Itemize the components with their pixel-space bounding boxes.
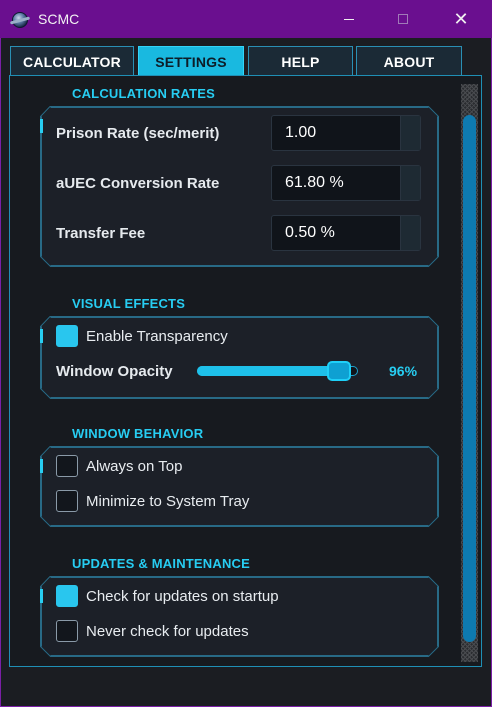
transfer-fee-label: Transfer Fee: [56, 225, 146, 242]
title-bar[interactable]: SCMC ✕: [0, 0, 492, 38]
prison-rate-label: Prison Rate (sec/merit): [56, 125, 220, 142]
auec-rate-value: 61.80 %: [285, 174, 344, 191]
scrollbar-thumb[interactable]: [463, 115, 476, 642]
minimize-to-tray-label: Minimize to System Tray: [86, 493, 250, 510]
section-title-visual-effects: VISUAL EFFECTS: [72, 296, 186, 311]
section-title-window-behavior: WINDOW BEHAVIOR: [72, 426, 204, 441]
opacity-value: 96%: [389, 363, 418, 379]
transfer-fee-input[interactable]: 0.50 %: [271, 215, 421, 251]
auec-rate-label: aUEC Conversion Rate: [56, 175, 220, 192]
section-accent: [40, 459, 43, 473]
tab-calculator[interactable]: CALCULATOR: [10, 46, 134, 76]
transfer-fee-value: 0.50 %: [285, 224, 335, 241]
tab-help[interactable]: HELP: [248, 46, 353, 76]
minimize-icon: [344, 18, 354, 20]
always-on-top-checkbox[interactable]: [56, 455, 78, 477]
opacity-slider-handle[interactable]: [327, 361, 351, 381]
section-accent: [40, 589, 43, 603]
check-updates-startup-label: Check for updates on startup: [86, 588, 279, 605]
tab-about[interactable]: ABOUT: [356, 46, 462, 76]
minimize-button[interactable]: [326, 0, 372, 38]
opacity-slider-fill: [197, 366, 341, 376]
spin-button[interactable]: [400, 216, 420, 250]
prison-rate-input[interactable]: 1.00: [271, 115, 421, 151]
always-on-top-label: Always on Top: [86, 458, 183, 475]
enable-transparency-label: Enable Transparency: [86, 328, 228, 345]
check-updates-startup-checkbox[interactable]: [56, 585, 78, 607]
prison-rate-value: 1.00: [285, 124, 317, 141]
section-title-updates: UPDATES & MAINTENANCE: [72, 556, 251, 571]
window-title: SCMC: [38, 11, 80, 27]
app-logo-icon: [12, 12, 28, 28]
never-check-updates-label: Never check for updates: [86, 623, 249, 640]
spin-button[interactable]: [400, 116, 420, 150]
close-button[interactable]: ✕: [438, 0, 484, 38]
maximize-button[interactable]: [380, 0, 426, 38]
section-title-calculation-rates: CALCULATION RATES: [72, 86, 216, 101]
section-accent: [40, 119, 43, 133]
tab-settings[interactable]: SETTINGS: [138, 46, 244, 76]
close-icon: ✕: [453, 8, 469, 29]
section-accent: [40, 329, 43, 343]
minimize-to-tray-checkbox[interactable]: [56, 490, 78, 512]
maximize-icon: [398, 14, 408, 24]
auec-rate-input[interactable]: 61.80 %: [271, 165, 421, 201]
never-check-updates-checkbox[interactable]: [56, 620, 78, 642]
window-opacity-label: Window Opacity: [56, 363, 173, 380]
enable-transparency-checkbox[interactable]: [56, 325, 78, 347]
spin-button[interactable]: [400, 166, 420, 200]
